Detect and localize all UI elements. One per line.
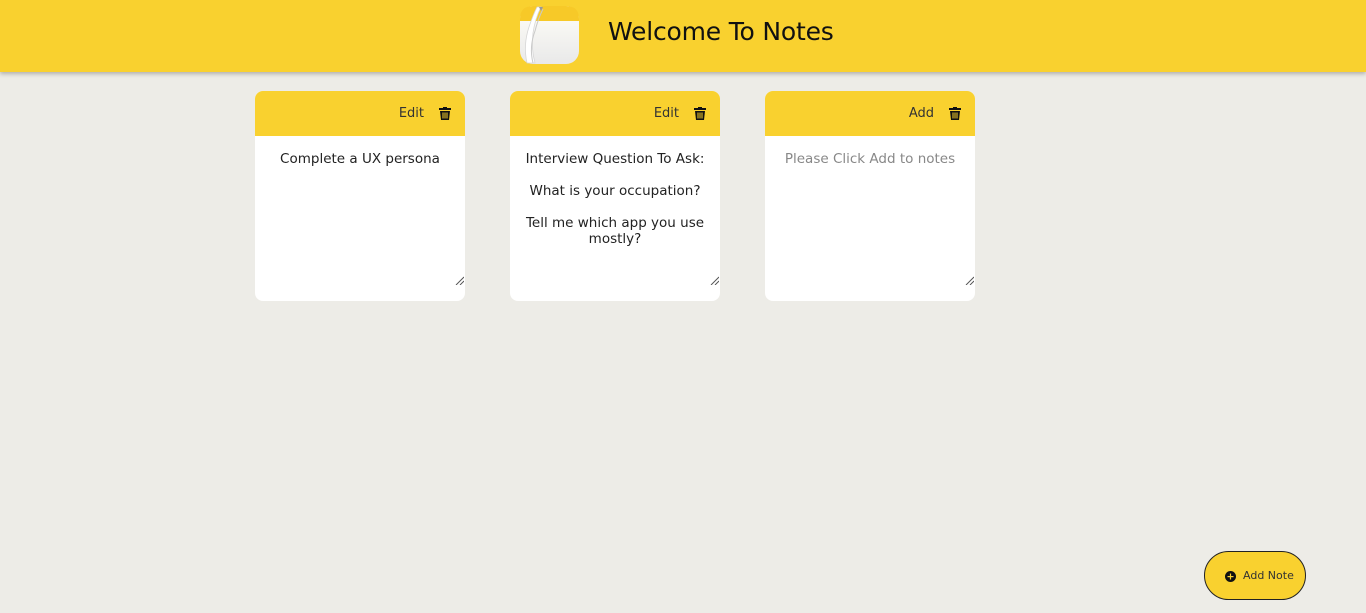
note-textarea[interactable]: Interview Question To Ask: What is your … [510,136,720,286]
note-card: Add Please Click Add to notes [765,91,975,301]
page-title: Welcome To Notes [608,17,834,46]
note-toolbar: Edit [510,91,720,136]
trash-icon[interactable] [694,107,706,120]
app-header: Welcome To Notes [0,0,1366,72]
note-toolbar: Add [765,91,975,136]
note-textarea[interactable]: Complete a UX persona [255,136,465,286]
edit-button[interactable]: Edit [654,106,679,121]
note-card: Edit Complete a UX persona [255,91,465,301]
notes-app-icon [520,6,579,64]
add-note-label: Add Note [1243,569,1294,582]
note-toolbar: Edit [255,91,465,136]
add-button[interactable]: Add [909,106,934,121]
edit-button[interactable]: Edit [399,106,424,121]
note-card: Edit Interview Question To Ask: What is … [510,91,720,301]
resize-grip-icon[interactable] [455,276,464,285]
trash-icon[interactable] [949,107,961,120]
note-textarea[interactable]: Please Click Add to notes [765,136,975,286]
resize-grip-icon[interactable] [965,276,974,285]
plus-circle-icon [1225,571,1236,582]
trash-icon[interactable] [439,107,451,120]
resize-grip-icon[interactable] [710,276,719,285]
add-note-button[interactable]: Add Note [1204,551,1306,600]
